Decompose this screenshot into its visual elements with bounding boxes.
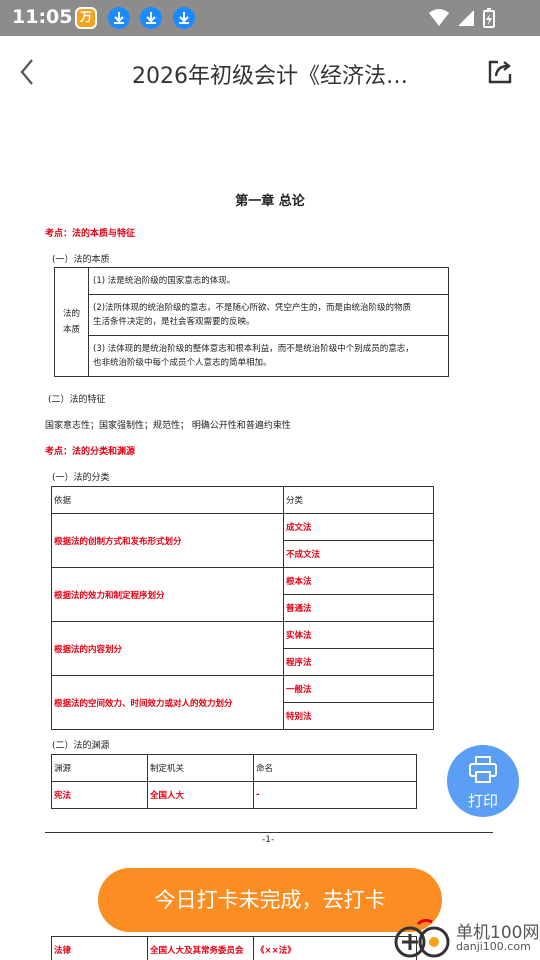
essence-item: (1) 法是统治阶级的国家意志的体现。 xyxy=(88,267,449,295)
table-cell: 实体法 xyxy=(283,621,434,649)
document-viewer[interactable]: 第一章 总论 考点：法的本质与特征 (一）法的本质 法的 本质 (1) 法是统治阶… xyxy=(0,108,540,960)
status-time: 11:05 xyxy=(12,6,73,28)
table-cell: 全国人大及其常务委员会 xyxy=(147,936,254,960)
signal-icon xyxy=(458,10,474,26)
status-bar: 11:05 万 xyxy=(0,0,540,36)
table-cell: 法律 xyxy=(51,936,148,960)
table-cell: 程序法 xyxy=(283,648,434,676)
download-icon xyxy=(108,7,130,29)
watermark-logo-icon xyxy=(394,918,450,958)
table-header: 渊源 xyxy=(51,754,148,782)
table-cell: 不成文法 xyxy=(283,540,434,568)
table-cell: 一般法 xyxy=(283,675,434,703)
share-button[interactable] xyxy=(484,56,516,88)
back-chevron-icon xyxy=(20,59,33,85)
table-cell: 全国人大 xyxy=(147,781,254,809)
print-label: 打印 xyxy=(467,792,498,810)
battery-icon xyxy=(483,8,495,28)
page-divider xyxy=(45,832,493,833)
checkin-button[interactable]: 今日打卡未完成，去打卡 xyxy=(98,868,442,932)
table-cell: 根据法的内容划分 xyxy=(51,621,284,676)
classification-table: 依据 分类 根据法的创制方式和发布形式划分 成文法 不成文法 根据法的效力和制定… xyxy=(51,486,434,730)
sources-table: 渊源 制定机关 命名 宪法 全国人大 - xyxy=(51,754,417,809)
table-header: 命名 xyxy=(253,754,417,782)
system-indicators xyxy=(428,8,496,32)
essence-table: 法的 本质 (1) 法是统治阶级的国家意志的体现。 (2)法所体现的统治阶级的意志… xyxy=(54,267,449,377)
table-cell: 普通法 xyxy=(283,594,434,622)
sources-table-continued: 法律 全国人大及其常务委员会 《××法》 xyxy=(51,936,417,960)
app-notification-icon: 万 xyxy=(75,7,97,29)
essence-label: 法的 本质 xyxy=(54,267,89,377)
subsection-heading: (一）法的本质 xyxy=(52,255,110,265)
table-cell: 成文法 xyxy=(283,513,434,541)
table-header: 制定机关 xyxy=(147,754,254,782)
section-heading: 考点：法的分类和渊源 xyxy=(45,447,136,457)
site-watermark: 单机100网 danji100.com xyxy=(392,916,540,960)
page-title: 2026年初级会计《经济法… xyxy=(132,64,408,89)
back-button[interactable] xyxy=(12,54,46,90)
subsection-heading: (二）法的渊源 xyxy=(52,741,110,751)
share-icon xyxy=(488,60,512,84)
essence-item: (2)法所体现的统治阶级的意志，不是随心所欲、凭空产生的，而是由统治阶级的物质生… xyxy=(88,294,449,336)
printer-icon xyxy=(469,756,497,783)
table-cell: 特别法 xyxy=(283,702,434,730)
app-header: 2026年初级会计《经济法… xyxy=(0,36,540,108)
table-cell: 根据法的效力和制定程序划分 xyxy=(51,567,284,622)
print-button[interactable]: 打印 xyxy=(447,745,519,817)
download-icon xyxy=(173,7,195,29)
table-header: 分类 xyxy=(283,486,434,514)
download-icon xyxy=(140,7,162,29)
features-text: 国家意志性；国家强制性；规范性； 明确公开性和普遍约束性 xyxy=(45,421,291,431)
essence-item: (3) 法体现的是统治阶级的整体意志和根本利益，而不是统治阶级中个别成员的意志，… xyxy=(88,335,449,377)
table-cell: 根本法 xyxy=(283,567,434,595)
table-cell: 根据法的创制方式和发布形式划分 xyxy=(51,513,284,568)
table-cell: 宪法 xyxy=(51,781,148,809)
table-cell: - xyxy=(253,781,417,809)
table-cell: 根据法的空间效力、时间效力或对人的效力划分 xyxy=(51,675,284,730)
chapter-title: 第一章 总论 xyxy=(235,194,305,209)
section-heading: 考点：法的本质与特征 xyxy=(45,229,136,239)
table-header: 依据 xyxy=(51,486,284,514)
subsection-heading: (一）法的分类 xyxy=(52,473,110,483)
wifi-icon xyxy=(429,9,449,26)
page-number: -1- xyxy=(262,835,275,845)
watermark-url: danji100.com xyxy=(456,940,531,953)
subsection-heading: (二）法的特征 xyxy=(48,395,106,405)
